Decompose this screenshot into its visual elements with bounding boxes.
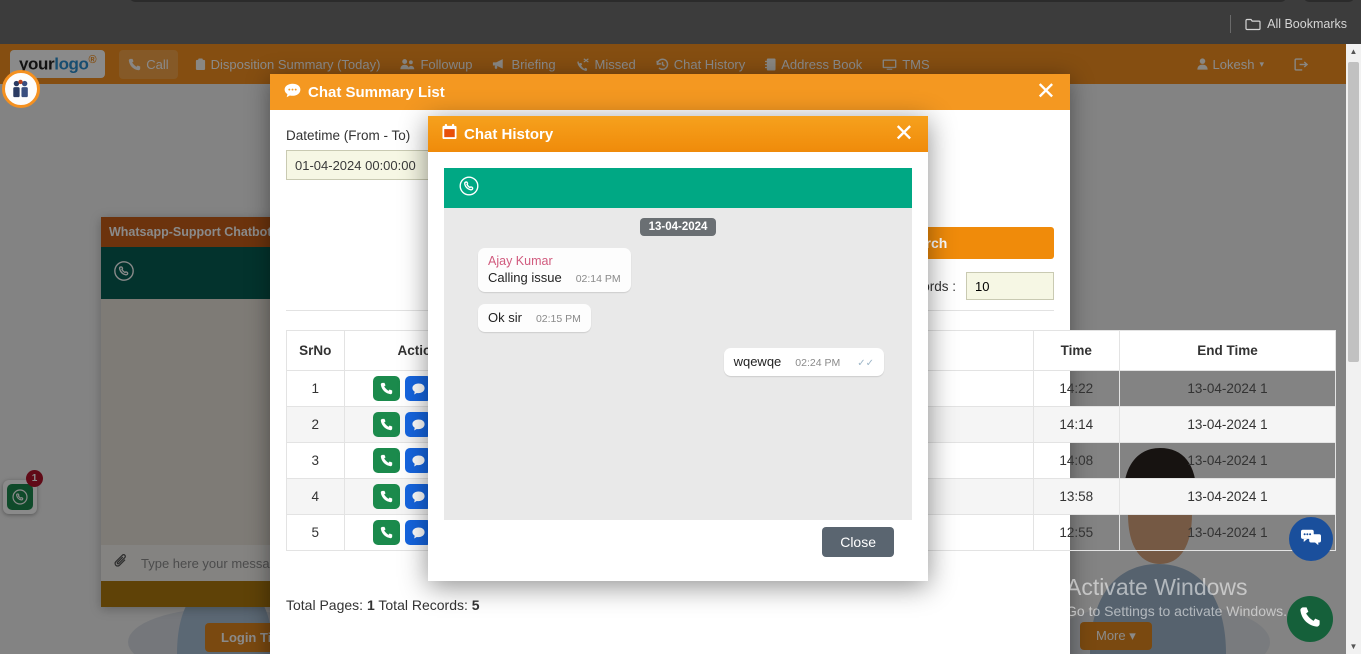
screen-root: All Bookmarks yourlogo® Call Disposition… [0,0,1361,654]
scroll-down-icon[interactable]: ▼ [1346,639,1361,654]
cell-end-time: 13-04-2024 1 [1118,442,1337,479]
cell-time: 14:14 [1032,406,1120,443]
phone-icon[interactable] [373,412,401,437]
records-input[interactable]: 10 [966,272,1054,300]
total-records-label: Total Records: [378,597,468,613]
message-text: Calling issue [488,270,562,285]
cell-srno: 1 [286,370,345,407]
chat-window-header [444,168,912,208]
message-time: 02:24 PM [795,357,841,369]
cell-end-time: 13-04-2024 1 [1118,370,1337,407]
bookmark-separator [1230,15,1232,33]
whatsapp-icon [458,175,480,202]
all-bookmarks-button[interactable]: All Bookmarks [1239,14,1353,34]
call-fab[interactable] [1287,596,1333,642]
cell-srno: 5 [286,514,345,551]
watermark-line-1: Activate Windows [1066,574,1248,600]
message-text: Ok sir [488,310,522,325]
column-header-time[interactable]: Time [1032,330,1120,371]
chat-history-modal-footer: Close [444,520,912,564]
column-header-end-time[interactable]: End Time [1118,330,1337,371]
chat-history-modal-header: Chat History ✕ [428,116,928,152]
cell-time: 14:22 [1032,370,1120,407]
chat-message-bubble-incoming: Ajay Kumar Calling issue 02:14 PM [478,248,631,292]
page-vertical-scrollbar[interactable]: ▲ ▼ [1346,44,1361,654]
all-bookmarks-label: All Bookmarks [1267,17,1347,31]
bookmarks-bar: All Bookmarks [1230,14,1353,34]
chat-date-separator: 13-04-2024 [639,218,717,236]
cell-srno: 4 [286,478,345,515]
browser-toolbar-stub-right [1302,0,1356,2]
cell-time: 14:08 [1032,442,1120,479]
chat-summary-modal-header: Chat Summary List ✕ [270,74,1070,110]
browser-toolbar-stub [128,0,1288,2]
chat-messages-scroll[interactable]: 13-04-2024 Ajay Kumar Calling issue 02:1… [444,208,912,520]
cell-srno: 2 [286,406,345,443]
cell-time: 12:55 [1032,514,1120,551]
message-time: 02:15 PM [535,313,581,325]
close-icon[interactable]: ✕ [1036,80,1056,104]
chat-history-close-button[interactable]: Close [822,527,894,557]
cell-time: 13:58 [1032,478,1120,515]
cell-srno: 3 [286,442,345,479]
people-avatar-badge[interactable] [2,70,40,108]
chat-fab[interactable] [1289,517,1333,561]
message-sender-name: Ajay Kumar [488,254,553,268]
phone-icon[interactable] [373,484,401,509]
folder-icon [1245,17,1261,31]
chat-history-modal-body: 13-04-2024 Ajay Kumar Calling issue 02:1… [428,152,928,557]
chat-bubble-icon [284,83,301,102]
scroll-up-icon[interactable]: ▲ [1346,44,1361,59]
phone-icon[interactable] [373,448,401,473]
calendar-icon [442,124,457,144]
cell-end-time: 13-04-2024 1 [1118,478,1337,515]
phone-icon [1299,606,1321,633]
chat-message-bubble-incoming: Ok sir 02:15 PM [478,304,591,332]
watermark-line-2: Go to Settings to activate Windows. [1066,603,1287,619]
pagination-totals: Total Pages: 1 Total Records: 5 [286,597,480,613]
app-viewport: yourlogo® Call Disposition Summary (Toda… [0,44,1361,654]
message-time: 02:14 PM [575,273,621,285]
chat-window: 13-04-2024 Ajay Kumar Calling issue 02:1… [444,168,912,520]
chat-history-modal-title: Chat History [464,125,554,143]
phone-icon[interactable] [373,520,401,545]
windows-activation-watermark: Activate Windows Go to Settings to activ… [1066,574,1287,619]
read-receipt-icon: ✓✓ [857,358,874,369]
phone-icon[interactable] [373,376,401,401]
chat-history-modal: Chat History ✕ 13-04-2024 Ajay Kumar Cal… [428,116,928,581]
browser-chrome: All Bookmarks [0,0,1361,44]
total-pages-label: Total Pages: [286,597,364,613]
chat-bubbles-icon [1300,527,1322,552]
chat-summary-modal-title: Chat Summary List [308,83,445,101]
total-records-value: 5 [471,597,480,613]
chat-message-bubble-outgoing: wqewqe 02:24 PM ✓✓ [723,348,884,376]
vertical-scrollbar-thumb[interactable] [1348,62,1359,362]
cell-end-time: 13-04-2024 1 [1118,406,1337,443]
close-icon[interactable]: ✕ [894,122,914,146]
column-header-srno[interactable]: SrNo [286,330,345,371]
total-pages-value: 1 [366,597,375,613]
message-text: wqewqe [733,354,782,369]
